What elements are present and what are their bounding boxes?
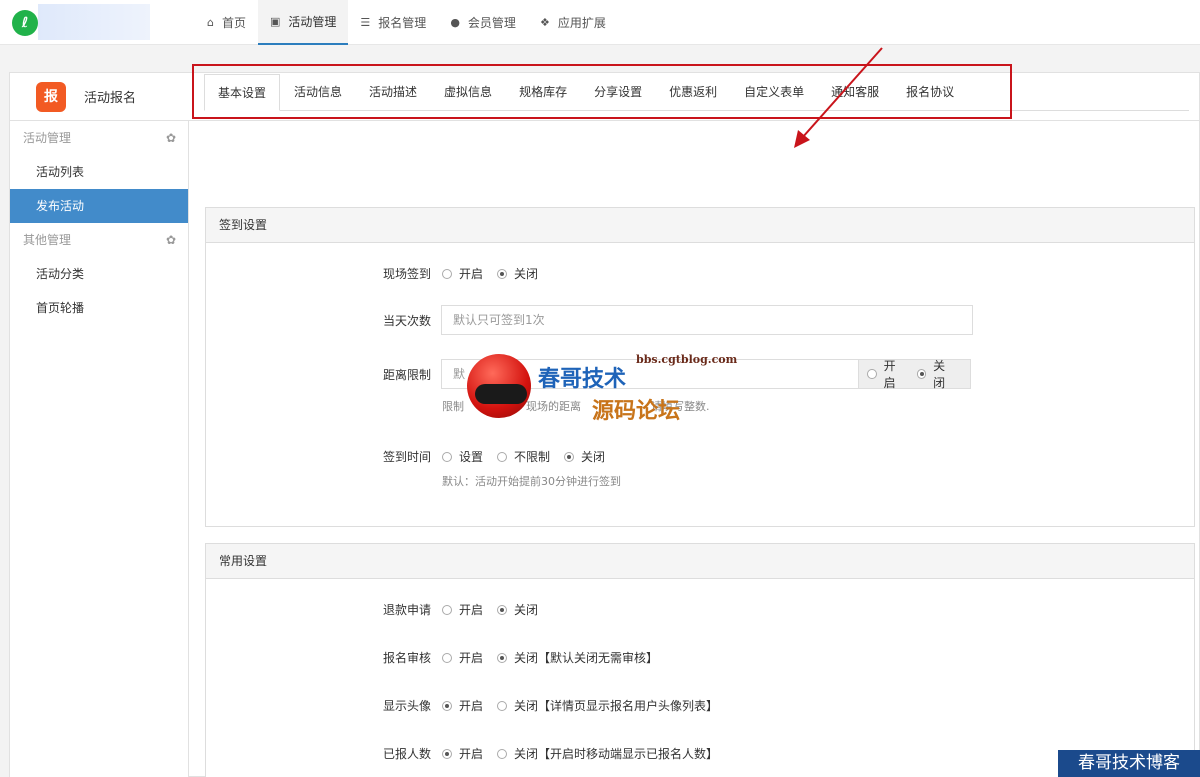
sidebar-item-publish-activity[interactable]: 发布活动 (10, 189, 188, 223)
signin-time-row: 签到时间 设置 不限制 关闭 (382, 448, 606, 465)
registered-count-row: 已报人数 开启 关闭【开启时移动端显示已报名人数】 (382, 745, 719, 762)
show-avatar-row: 显示头像 开启 关闭【详情页显示报名用户头像列表】 (382, 697, 719, 714)
sidebar-group-other: 其他管理 ✿ (10, 223, 188, 257)
radio-off[interactable]: 关闭 (497, 601, 538, 618)
annotation-arrow (794, 47, 883, 148)
radio-off[interactable]: 关闭【默认关闭无需审核】 (497, 649, 658, 666)
watermark-mask-shape (475, 384, 527, 404)
radio-off[interactable]: 关闭 (916, 357, 957, 391)
nav-member-management[interactable]: ● 会员管理 (438, 0, 528, 45)
daily-count-input[interactable]: 默认只可签到1次 (441, 305, 973, 335)
sidebar-group-activity: 活动管理 ✿ (10, 121, 188, 155)
app-logo-icon: 报 (36, 81, 66, 112)
top-navbar: ℓ ⌂ 首页 ▣ 活动管理 ☰ 报名管理 ● 会员管理 ❖ 应用扩展 (0, 0, 1200, 45)
watermark-text-1: 春哥技术 (538, 366, 627, 392)
sidebar-item-home-carousel[interactable]: 首页轮播 (10, 291, 188, 325)
radio-on[interactable]: 开启 (442, 745, 483, 762)
signin-time-help: 默认：活动开始提前30分钟进行签到 (442, 475, 621, 488)
sidebar: 活动管理 ✿ 活动列表 发布活动 其他管理 ✿ 活动分类 首页轮播 (10, 121, 189, 777)
gift-icon: ▣ (270, 15, 281, 28)
common-settings-section: 常用设置 退款申请 开启 关闭 报名审核 开启 关闭【默认关闭无需审核】 显示头… (205, 543, 1195, 777)
home-icon: ⌂ (207, 16, 214, 29)
radio-on[interactable]: 开启 (442, 697, 483, 714)
gear-icon[interactable]: ✿ (166, 121, 176, 155)
daily-count-row: 当天次数 默认只可签到1次 (206, 305, 1196, 335)
mini-program-logo-icon[interactable]: ℓ (12, 10, 38, 36)
radio-unlimited[interactable]: 不限制 (497, 448, 550, 465)
radio-on[interactable]: 开启 (442, 265, 483, 282)
watermark-url: bbs.cgtblog.com (636, 353, 738, 366)
watermark-text-2: 源码论坛 (592, 398, 681, 424)
radio-set[interactable]: 设置 (442, 448, 483, 465)
nav-home[interactable]: ⌂ 首页 (195, 0, 258, 45)
radio-off[interactable]: 关闭 (564, 448, 605, 465)
onsite-signin-row: 现场签到 开启 关闭 (382, 265, 539, 282)
cubes-icon: ❖ (539, 16, 550, 29)
section-title: 常用设置 (206, 544, 1194, 579)
panel-title: 活动报名 (84, 91, 137, 106)
sidebar-item-activity-category[interactable]: 活动分类 (10, 257, 188, 291)
gear-icon[interactable]: ✿ (166, 223, 176, 257)
account-name-blurred (38, 4, 150, 40)
registration-review-row: 报名审核 开启 关闭【默认关闭无需审核】 (382, 649, 659, 666)
user-icon: ● (450, 16, 460, 29)
radio-off[interactable]: 关闭【详情页显示报名用户头像列表】 (497, 697, 718, 714)
signin-settings-section: 签到设置 现场签到 开启 关闭 当天次数 默认只可签到1次 距离限制 默 开启 … (205, 207, 1195, 527)
nav-activity-management[interactable]: ▣ 活动管理 (258, 0, 349, 45)
corner-watermark: 春哥技术博客 (1058, 750, 1200, 777)
radio-off[interactable]: 关闭【开启时移动端显示已报名人数】 (497, 745, 718, 762)
radio-on[interactable]: 开启 (442, 601, 483, 618)
radio-on[interactable]: 开启 (867, 357, 907, 391)
main-nav: ⌂ 首页 ▣ 活动管理 ☰ 报名管理 ● 会员管理 ❖ 应用扩展 (195, 0, 618, 45)
list-icon: ☰ (360, 16, 371, 29)
radio-on[interactable]: 开启 (442, 649, 483, 666)
nav-registration-management[interactable]: ☰ 报名管理 (348, 0, 438, 45)
section-title: 签到设置 (206, 208, 1194, 243)
nav-app-extensions[interactable]: ❖ 应用扩展 (528, 0, 618, 45)
refund-request-row: 退款申请 开启 关闭 (382, 601, 539, 618)
distance-toggle: 开启 关闭 (858, 357, 971, 391)
sidebar-item-activity-list[interactable]: 活动列表 (10, 155, 188, 189)
radio-off[interactable]: 关闭 (497, 265, 538, 282)
